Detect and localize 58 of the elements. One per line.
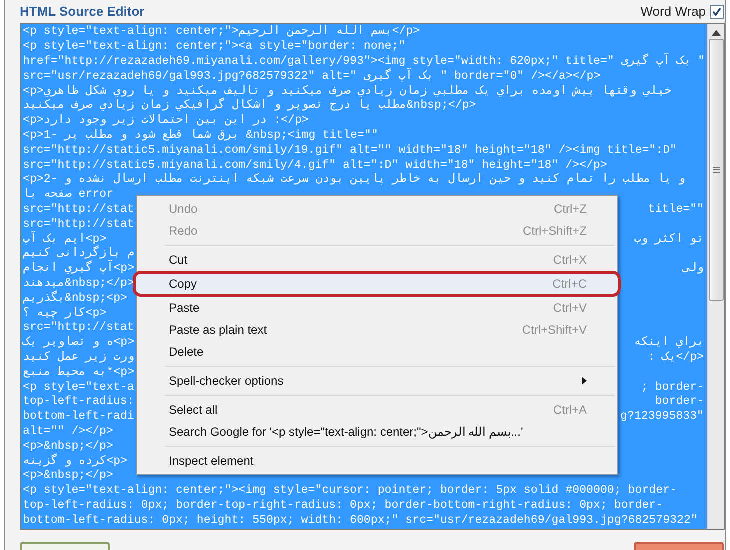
code-line: براي اینکه bbox=[634, 336, 706, 351]
scroll-up-icon[interactable] bbox=[712, 30, 721, 36]
code-line: ه و تصاویر یک<p> bbox=[23, 336, 135, 351]
code-line: href="http://rezazadeh69.miyanali.com/gallery/993"><img style="width: 620px;" title=" بک آپ گیری " bbox=[23, 55, 706, 68]
menu-item[interactable]: Spell-checker options bbox=[139, 370, 615, 392]
code-line: src="http://stat bbox=[23, 203, 134, 218]
dialog-button[interactable] bbox=[634, 542, 724, 550]
code-line: ولی bbox=[683, 262, 706, 277]
code-line: تو اکثر وب bbox=[634, 232, 706, 248]
code-line: کار چیه ؟<p> bbox=[23, 306, 107, 322]
code-line: ; border- bbox=[641, 380, 706, 396]
code-line: alt="" /></p> bbox=[23, 424, 114, 440]
code-line: top-left-radius: bbox=[23, 395, 134, 410]
menu-item[interactable]: Select all Ctrl+A bbox=[139, 399, 615, 422]
code-line: title="" bbox=[648, 203, 706, 218]
word-wrap-checkbox[interactable] bbox=[710, 4, 724, 19]
code-line: بگذریم&nbsp;<p> bbox=[23, 292, 128, 307]
code-line: صفحه با error bbox=[23, 188, 114, 204]
menu-item[interactable]: Copy Ctrl+C bbox=[133, 271, 621, 298]
menu-item[interactable]: Inspect element bbox=[139, 450, 615, 472]
code-line: <p>&nbsp;</p> bbox=[23, 440, 114, 454]
scrollbar-thumb[interactable] bbox=[708, 39, 724, 302]
word-wrap-label: Word Wrap bbox=[640, 4, 706, 20]
editor-title: HTML Source Editor bbox=[20, 4, 145, 20]
code-line: : یک</p> bbox=[648, 350, 706, 366]
menu-item[interactable]: Cut Ctrl+X bbox=[139, 249, 615, 272]
menu-item[interactable]: Paste Ctrl+V bbox=[139, 297, 615, 320]
code-line: مطلب یا درج تصویر و اشکال گرافیکي زمان زیادي صرف میکنید&nbsp;</p> bbox=[23, 99, 476, 114]
code-line: border- bbox=[655, 395, 706, 410]
code-line: g?123995833" bbox=[620, 410, 706, 425]
code-line: ایم بک آپ<p> bbox=[23, 232, 107, 246]
code-line: <p style="text-a bbox=[23, 380, 134, 396]
code-line: <p>&nbsp;</p> bbox=[23, 469, 114, 484]
code-line: کرده و گزینه<p> bbox=[23, 454, 128, 470]
code-line: ورت زیر عمل کنید bbox=[23, 350, 135, 366]
menu-item[interactable]: Search Google for '<p style="text-align: center;">بسم الله الرحمن...' bbox=[139, 421, 615, 444]
code-line: top-left-radius: 0px; border-top-right-radius: 0px; border-bottom-right-radius: 0px; border- bbox=[23, 498, 664, 514]
code-line: <p style="text-align: center;">بسم الله الرحمن الرحیم</p> bbox=[23, 25, 420, 40]
code-line: src="http://static5.miyanali.com/smily/19.gif" alt="" width="18" height="18" /><img title=":D" bbox=[23, 144, 677, 159]
code-line: <p>خیلي وقتها پیش اومده براي یک مطلبي زمان زیادي صرف میکنید و تالیف میکنید و یا روي شکل ظاهري bbox=[23, 84, 672, 98]
code-line: میدهند&nbsp;</p> bbox=[23, 277, 134, 290]
menu-item[interactable]: Delete bbox=[139, 341, 615, 364]
code-line: به محیط منبع*<p> bbox=[23, 366, 135, 381]
dialog-button[interactable] bbox=[20, 542, 110, 550]
code-line: <p>2- و یا مطلب را تمام کنید و حین ارسال به خاطر پایین بودن سرعت شبکه اینترنت مطلب ارسال نشده و bbox=[23, 173, 686, 188]
menu-item[interactable]: Paste as plain text Ctrl+Shift+V bbox=[139, 319, 615, 342]
code-line: <p>در این بین احتمالات زیر وجود دارد :</p> bbox=[23, 114, 309, 129]
code-line: bottom-left-radius: 0px; height: 550px; width: 600px;" src="usr/rezazadeh69/gal993.jpg?682579322" bbox=[23, 514, 698, 529]
code-line: <p style="text-align: center;"><a style="border: none;" bbox=[23, 40, 406, 56]
code-line: src="usr/rezazadeh69/gal993.jpg?682579322" alt=" بک آپ گیری " border="0" /></a></p> bbox=[23, 70, 601, 85]
submenu-arrow-icon bbox=[582, 377, 587, 386]
code-line: src="http://stat bbox=[23, 321, 134, 336]
code-line: آپ گیري انجام<p> bbox=[23, 262, 135, 277]
code-line: <p style="text-align: center;"><img style="cursor: pointer; border: 5px solid #000000; border- bbox=[23, 484, 677, 499]
code-line: src="http://stat bbox=[23, 218, 134, 231]
code-line: src="http://static5.miyanali.com/smily/4.gif" alt=":D" width="18" height="18" /></p> bbox=[23, 158, 608, 173]
code-line: <p>1- برق شما قطع شود و مطلب پر &nbsp;<img title="" bbox=[23, 129, 378, 144]
code-line: bottom-left-radi bbox=[23, 410, 134, 425]
